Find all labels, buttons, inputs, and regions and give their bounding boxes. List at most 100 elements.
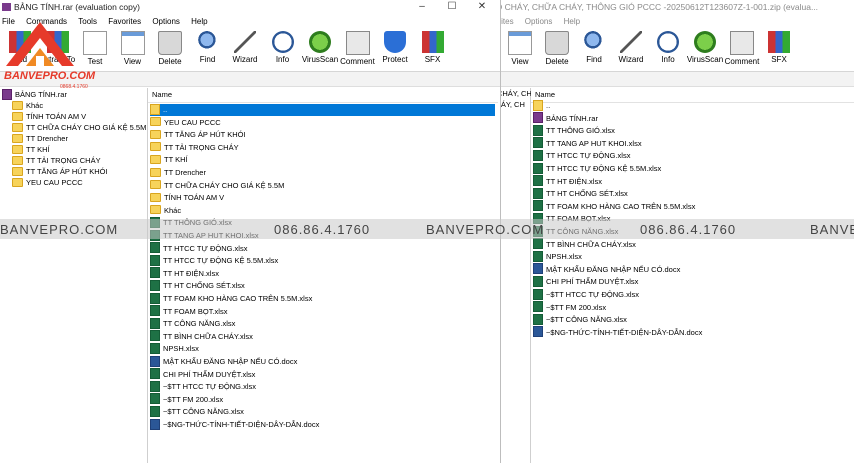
file-row[interactable]: TT TANG AP HUT KHOI.xlsx [533, 137, 642, 150]
right-window-title: ÁO CHÁY, CHỮA CHÁY, THÔNG GIÓ PCCC -2025… [490, 0, 854, 14]
file-row[interactable]: TT BÌNH CHỮA CHÁY.xlsx [150, 330, 253, 343]
file-row[interactable]: ~$TT CÔNG NĂNG.xlsx [533, 313, 627, 326]
file-row[interactable]: TT HT CHỐNG SÉT.xlsx [533, 187, 628, 200]
toolbar-button-label: Protect [382, 55, 408, 64]
view-button[interactable]: View [113, 31, 153, 66]
file-row[interactable]: YEU CAU PCCC [150, 117, 221, 129]
file-row[interactable]: TT HTCC TỰ ĐỘNG KỆ 5.5M.xlsx [150, 254, 278, 267]
file-row[interactable]: ~$TT FM 200.xlsx [533, 301, 606, 314]
excel-file-icon [533, 288, 543, 300]
excel-file-icon [533, 149, 543, 161]
file-row[interactable]: TT KHÍ [150, 154, 188, 166]
view-button[interactable]: View [500, 31, 540, 66]
sfx-button[interactable]: SFX [413, 31, 453, 64]
file-row[interactable]: ~$NG-THỨC-TÍNH-TIẾT-DIỆN-DÂY-DẪN.docx [533, 326, 702, 339]
virusscan-button[interactable]: VirusScan [685, 31, 725, 64]
file-name: CHI PHÍ THẨM DUYỆT.xlsx [163, 369, 256, 379]
file-row[interactable]: ~$NG-THỨC-TÍNH-TIẾT-DIỆN-DÂY-DẪN.docx [150, 418, 319, 431]
excel-file-icon [150, 292, 160, 304]
file-row[interactable]: TT Drencher [150, 167, 206, 179]
file-name: NPSH.xlsx [546, 252, 582, 262]
file-row[interactable]: TT CÔNG NĂNG.xlsx [150, 317, 235, 330]
menu-help[interactable]: Help [191, 14, 207, 29]
file-row[interactable]: TT HT CHỐNG SÉT.xlsx [150, 279, 245, 292]
file-row[interactable]: TT FOAM KHO HÀNG CAO TRÊN 5.5M.xlsx [533, 200, 695, 213]
file-row[interactable]: CHI PHÍ THẨM DUYỆT.xlsx [150, 368, 256, 381]
file-row[interactable]: TÍNH TOÁN AM V [150, 192, 224, 204]
file-row[interactable]: TT FOAM BỌT.xlsx [150, 305, 227, 318]
file-row[interactable]: TT HT ĐIỆN.xlsx [150, 267, 219, 280]
comment-button[interactable]: Comment [722, 31, 762, 66]
virusscan-button[interactable]: VirusScan [300, 31, 340, 64]
file-row[interactable]: CHI PHÍ THẨM DUYỆT.xlsx [533, 275, 638, 288]
tree-folder-item[interactable]: YEU CAU PCCC [12, 177, 83, 188]
right-menu-help[interactable]: Help [564, 14, 580, 29]
file-row[interactable]: .. [533, 99, 551, 112]
file-row[interactable]: MẬT KHẨU ĐĂNG NHẬP NẾU CÓ.docx [533, 263, 680, 276]
folder-icon [150, 129, 161, 139]
find-button[interactable]: Find [188, 31, 228, 64]
tree-folder-item[interactable]: Khác [12, 100, 43, 111]
info-button[interactable]: Info [263, 31, 303, 64]
left-column-name[interactable]: Name [148, 88, 498, 103]
tree-folder-item[interactable]: TT TĂNG ÁP HÚT KHÓI [12, 166, 108, 177]
winrar-app-icon [2, 3, 11, 11]
tree-folder-item[interactable]: TT KHÍ [12, 144, 50, 155]
file-name: TT HTCC TỰ ĐỘNG KỆ 5.5M.xlsx [546, 164, 662, 173]
wizard-button[interactable]: Wizard [225, 31, 265, 64]
find-button[interactable]: Find [574, 31, 614, 64]
delete-button[interactable]: Delete [150, 31, 190, 66]
menu-favorites[interactable]: Favorites [108, 14, 141, 29]
file-row[interactable]: TT FOAM KHO HÀNG CAO TRÊN 5.5M.xlsx [150, 292, 312, 305]
tree-folder-item[interactable]: TÍNH TOÁN AM V [12, 111, 86, 122]
file-row[interactable]: TT BÌNH CHỮA CHÁY.xlsx [533, 238, 636, 251]
file-row[interactable]: ~$TT CÔNG NĂNG.xlsx [150, 405, 244, 418]
file-row[interactable]: NPSH.xlsx [150, 342, 199, 355]
file-row[interactable]: TT THÔNG GIÓ.xlsx [533, 124, 615, 137]
right-menu-options[interactable]: Options [525, 14, 553, 29]
tree-folder-item[interactable]: TT TẢI TRỌNG CHÁY [12, 155, 101, 166]
toolbar-button-label: Info [275, 55, 290, 64]
tree-folder-item[interactable]: TT CHỮA CHÁY CHO GIÁ KỆ 5.5M [12, 122, 146, 133]
file-row[interactable]: NPSH.xlsx [533, 250, 582, 263]
right-toolbar: View Delete Find Wizard Info VirusScan Comment… [490, 29, 854, 72]
tree-item-label: TT TẢI TRỌNG CHÁY [26, 156, 101, 165]
wizard-button[interactable]: Wizard [611, 31, 651, 64]
protect-icon [384, 31, 406, 53]
file-row[interactable]: ~$TT HTCC TỰ ĐỘNG.xlsx [533, 288, 639, 301]
file-name: TT HTCC TỰ ĐỘNG.xlsx [546, 151, 631, 161]
file-row[interactable]: TT HTCC TỰ ĐỘNG.xlsx [150, 242, 247, 255]
sfx-button[interactable]: SFX [759, 31, 799, 64]
delete-button[interactable]: Delete [537, 31, 577, 66]
minimize-button[interactable]: – [410, 0, 434, 14]
file-row[interactable]: Khác [150, 205, 181, 217]
file-row[interactable]: TT TĂNG ÁP HÚT KHÓI [150, 129, 246, 141]
tree-folder-item[interactable]: TT Drencher [12, 133, 68, 144]
watermark-brand-3: BANVEPRO.COM [810, 222, 854, 237]
comment-icon [345, 31, 370, 55]
maximize-button[interactable]: ☐ [440, 0, 464, 14]
file-row[interactable]: MẬT KHẨU ĐĂNG NHẬP NẾU CÓ.docx [150, 355, 297, 368]
excel-file-icon [533, 238, 543, 250]
right-column-name[interactable]: Name [531, 88, 854, 103]
file-row[interactable]: TT HT ĐIỆN.xlsx [533, 175, 602, 188]
file-row[interactable]: TT HTCC TỰ ĐỘNG.xlsx [533, 149, 631, 162]
menu-options[interactable]: Options [152, 14, 180, 29]
close-button[interactable]: ✕ [470, 0, 494, 14]
file-row[interactable]: BẢNG TÍNH.rar [533, 112, 598, 125]
file-name: TT TANG AP HUT KHOI.xlsx [546, 138, 642, 148]
file-row[interactable]: TT CHỮA CHÁY CHO GIÁ KỆ 5.5M [150, 180, 284, 192]
file-name: .. [546, 101, 551, 110]
file-row[interactable]: .. [150, 103, 495, 116]
file-row[interactable]: TT HTCC TỰ ĐỘNG KỆ 5.5M.xlsx [533, 162, 662, 175]
file-row[interactable]: ~$TT HTCC TỰ ĐỘNG.xlsx [150, 380, 256, 393]
folder-icon [12, 100, 23, 110]
file-row[interactable]: ~$TT FM 200.xlsx [150, 393, 223, 406]
comment-button[interactable]: Comment [338, 31, 378, 66]
folder-icon [150, 167, 161, 177]
right-address-bar [490, 72, 854, 87]
protect-button[interactable]: Protect [375, 31, 415, 64]
info-button[interactable]: Info [648, 31, 688, 64]
right-file-list: Name .. BẢNG TÍNH.rar TT THÔNG GIÓ.xlsx TT … [531, 88, 854, 463]
file-row[interactable]: TT TẢI TRỌNG CHÁY [150, 142, 239, 154]
